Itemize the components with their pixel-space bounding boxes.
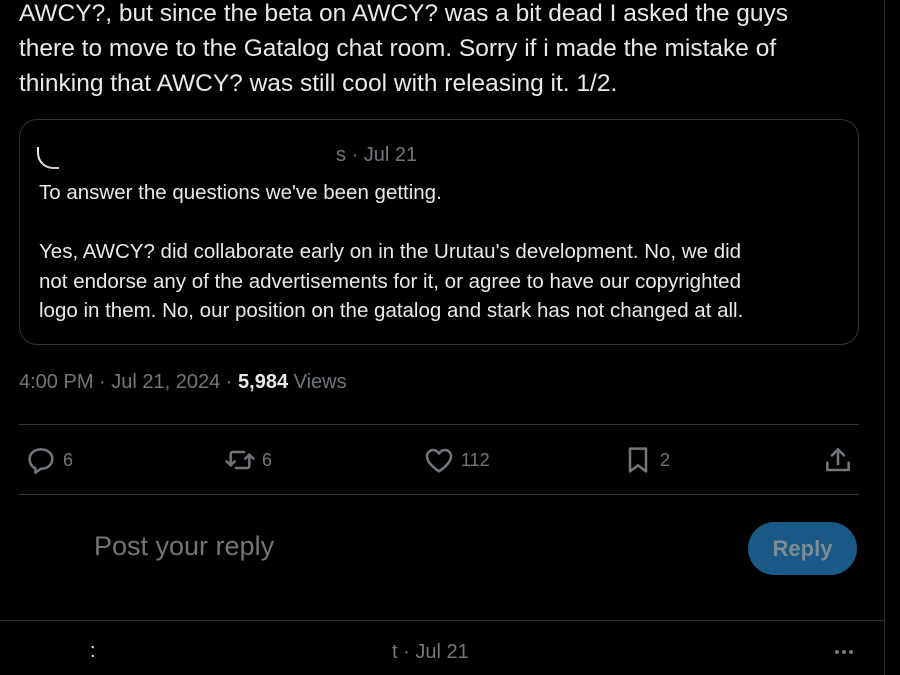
thread-divider xyxy=(0,620,884,621)
repost-action[interactable]: 6 xyxy=(224,444,272,476)
next-tweet-meta: t · Jul 21 xyxy=(392,641,469,663)
quoted-tweet[interactable]: s · Jul 21 To answer the questions we've… xyxy=(19,119,859,345)
reply-input[interactable] xyxy=(94,531,694,562)
reply-count: 6 xyxy=(63,449,74,470)
views-count: 5,984 xyxy=(238,371,289,393)
reply-icon xyxy=(25,444,57,476)
views-label: Views xyxy=(288,371,347,393)
quoted-tweet-text: To answer the questions we've been getti… xyxy=(39,181,744,322)
share-action[interactable] xyxy=(822,444,854,476)
divider-top xyxy=(19,424,859,425)
reply-action[interactable]: 6 xyxy=(25,444,73,476)
like-icon xyxy=(423,444,455,476)
reply-button[interactable]: Reply xyxy=(748,522,857,575)
column-border xyxy=(884,0,885,675)
bookmark-action[interactable]: 2 xyxy=(622,444,670,476)
bookmark-icon xyxy=(622,444,654,476)
repost-count: 6 xyxy=(262,449,273,470)
like-count: 112 xyxy=(461,449,490,470)
avatar[interactable] xyxy=(37,147,59,169)
tweet-timestamp[interactable]: 4:00 PM · Jul 21, 2024 · xyxy=(19,371,238,393)
bookmark-count: 2 xyxy=(660,449,671,470)
like-action[interactable]: 112 xyxy=(423,444,490,476)
more-icon[interactable] xyxy=(835,650,853,654)
tweet-text: AWCY?, but since the beta on AWCY? was a… xyxy=(19,0,788,97)
tweet-timestamp-row: 4:00 PM · Jul 21, 2024 · 5,984 Views xyxy=(19,371,347,394)
share-icon xyxy=(822,444,854,476)
divider-bottom xyxy=(19,494,859,495)
repost-icon xyxy=(224,444,256,476)
quoted-tweet-meta: s · Jul 21 xyxy=(336,144,418,166)
next-tweet-author-fragment: : xyxy=(90,640,96,662)
